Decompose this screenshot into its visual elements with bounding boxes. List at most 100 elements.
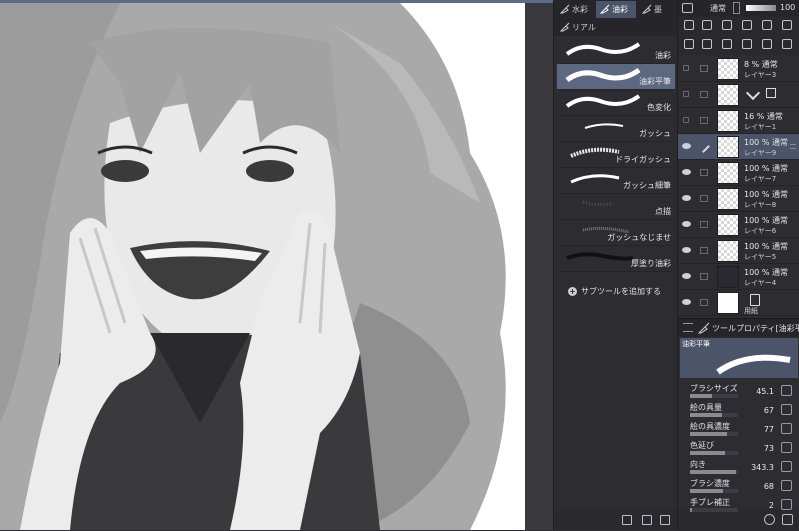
property-slider[interactable] [690,489,738,493]
layer-row[interactable]: 100 % 通常 レイヤー7 [678,160,799,186]
transfer-down-icon[interactable] [722,39,732,49]
property-row[interactable]: 向き 343.3 [678,459,799,478]
property-slider[interactable] [690,451,738,455]
layer-mode-icon[interactable] [682,3,693,13]
brush-item-gouache[interactable]: ガッシュ [557,116,675,142]
layer-lock-icon[interactable] [700,247,708,254]
layer-lock-icon[interactable] [700,65,708,72]
layer-row-selected[interactable]: 100 % 通常 レイヤー9 [678,134,799,160]
visibility-icon[interactable] [682,247,691,253]
property-slider[interactable] [690,413,738,417]
property-row[interactable]: ブラシ濃度 68 [678,478,799,497]
property-value[interactable]: 73 [764,444,774,453]
visibility-icon[interactable] [682,195,691,201]
property-value[interactable]: 68 [764,482,774,491]
new-folder-icon[interactable] [702,39,712,49]
property-row[interactable]: ブラシサイズ 45.1 [678,383,799,402]
pressure-settings-icon[interactable] [781,423,792,434]
property-row[interactable]: 絵の具量 67 [678,402,799,421]
layer-mask-icon[interactable] [762,39,772,49]
property-slider[interactable] [690,470,738,474]
brush-item-oil[interactable]: 油彩 [557,38,675,64]
visibility-off-icon[interactable] [683,91,689,97]
property-row[interactable]: 絵の具濃度 77 [678,421,799,440]
mask-icon[interactable] [782,20,792,30]
property-row[interactable]: 色延び 73 [678,440,799,459]
pressure-settings-icon[interactable] [781,461,792,472]
brush-preview[interactable]: 油彩平筆 [680,338,798,378]
brush-item-oil-flat[interactable]: 油彩平筆 [557,64,675,90]
layer-lock-icon[interactable] [700,91,708,98]
layer-lock-icon[interactable] [700,221,708,228]
pressure-settings-icon[interactable] [781,499,792,510]
visibility-icon[interactable] [682,143,691,149]
drag-handle-icon[interactable] [790,144,796,149]
property-value[interactable]: 77 [764,425,774,434]
layer-row[interactable]: 100 % 通常 レイヤー4 [678,264,799,290]
tab-real[interactable]: リアル [556,19,598,36]
lock-transparent-icon[interactable] [762,20,772,30]
merge-down-icon[interactable] [742,39,752,49]
layer-row[interactable]: 16 % 通常 レイヤー1 [678,108,799,134]
brush-item-gouache-blend[interactable]: ガッシュなじませ [557,220,675,246]
layer-row[interactable]: 100 % 通常 レイヤー5 [678,238,799,264]
layer-row[interactable] [678,82,799,108]
layer-lock-icon[interactable] [700,117,708,124]
pressure-settings-icon[interactable] [781,442,792,453]
blend-mode-select[interactable]: 通常 [710,3,726,14]
layer-lock-icon[interactable] [700,299,708,306]
brush-label: ガッシュなじませ [607,233,671,242]
brush-item-stipple[interactable]: 点描 [557,194,675,220]
tab-watercolor[interactable]: 水彩 [556,1,595,18]
layer-row[interactable]: 100 % 通常 レイヤー8 [678,186,799,212]
visibility-off-icon[interactable] [683,65,689,71]
property-value[interactable]: 2 [769,501,774,510]
property-slider[interactable] [690,394,738,398]
duplicate-icon[interactable] [642,515,652,525]
brush-item-color-change[interactable]: 色変化 [557,90,675,116]
property-value[interactable]: 45.1 [756,387,774,396]
property-value[interactable]: 343.3 [751,463,774,472]
visibility-icon[interactable] [682,169,691,175]
visibility-icon[interactable] [682,299,691,305]
layer-name: レイヤー5 [744,253,777,261]
brush-item-impasto-oil[interactable]: 厚塗り油彩 [557,246,675,272]
draft-icon[interactable] [722,20,732,30]
layer-row[interactable]: 用紙 [678,290,799,316]
pressure-settings-icon[interactable] [781,480,792,491]
import-icon[interactable] [622,515,632,525]
blend-mode-dropdown-icon[interactable] [733,2,740,14]
property-row[interactable]: 手ブレ補正 2 [678,497,799,516]
layer-row[interactable]: 8 % 通常 レイヤー3 [678,56,799,82]
layer-lock-icon[interactable] [700,195,708,202]
brush-icon [642,4,652,14]
property-value[interactable]: 67 [764,406,774,415]
pressure-settings-icon[interactable] [781,404,792,415]
layer-row[interactable]: 100 % 通常 レイヤー6 [678,212,799,238]
property-slider[interactable] [690,432,738,436]
property-slider[interactable] [690,508,738,512]
visibility-icon[interactable] [682,221,691,227]
brush-item-dry-gouache[interactable]: ドライガッシュ [557,142,675,168]
trash-icon[interactable] [660,515,670,525]
delete-layer-icon[interactable] [782,39,792,49]
add-subtool-button[interactable]: + サブツールを追加する [568,286,661,297]
opacity-slider[interactable] [746,5,776,11]
layer-opacity-mode: 100 % 通常 [744,216,788,225]
tab-ink[interactable]: 墨 [638,1,676,18]
canvas-artwork[interactable] [0,3,525,530]
lock-icon[interactable] [742,20,752,30]
layer-lock-icon[interactable] [700,273,708,280]
clip-icon[interactable] [684,20,694,30]
stroke-preview-icon [565,94,641,108]
layer-lock-icon[interactable] [700,169,708,176]
canvas-area[interactable] [0,0,553,530]
reference-icon[interactable] [702,20,712,30]
tab-oil-paint[interactable]: 油彩 [596,1,636,18]
brush-item-gouache-fine[interactable]: ガッシュ細筆 [557,168,675,194]
new-raster-layer-icon[interactable] [684,39,694,49]
menu-icon[interactable] [683,323,693,332]
visibility-icon[interactable] [682,273,691,279]
visibility-off-icon[interactable] [683,117,689,123]
pressure-settings-icon[interactable] [781,385,792,396]
